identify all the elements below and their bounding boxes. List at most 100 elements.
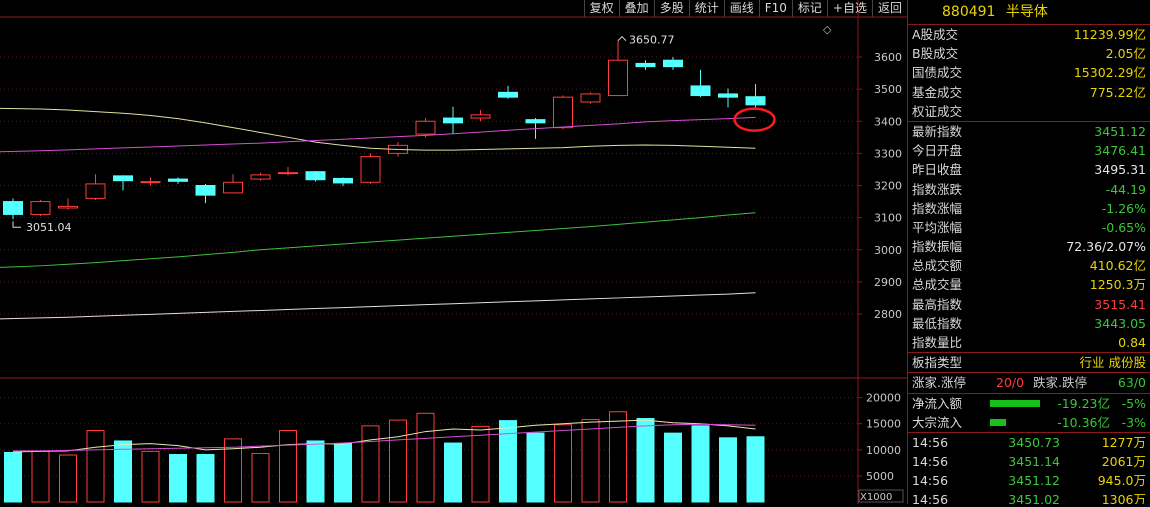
turnover-value: 15302.29亿 bbox=[1073, 65, 1146, 81]
toolbar-button-4[interactable]: 画线 bbox=[723, 0, 759, 17]
stat-row: 最新指数 3451.12 bbox=[908, 122, 1150, 141]
stat-value: 410.62亿 bbox=[1089, 258, 1146, 274]
volume-bar bbox=[279, 430, 297, 503]
volume-bar bbox=[581, 419, 600, 503]
toolbar-button-8[interactable]: 返回 bbox=[871, 0, 907, 17]
quote-panel: 880491 半导体 A股成交 11239.99亿 B股成交 2.05亿国债成交 153… bbox=[907, 0, 1150, 504]
flow-value: -19.23亿 bbox=[1057, 395, 1110, 411]
candle-body bbox=[168, 178, 188, 182]
candle-body bbox=[30, 201, 51, 215]
turnover-row: A股成交 11239.99亿 bbox=[908, 25, 1150, 44]
stat-value: 1250.3万 bbox=[1089, 277, 1146, 293]
annotation-circle bbox=[733, 107, 776, 132]
candle-body bbox=[58, 205, 78, 209]
breadth-row: 涨家.涨停 20/0 跌家.跌停 63/0 bbox=[908, 373, 1150, 392]
tick-row: 14:56 3451.14 2061万 bbox=[908, 452, 1150, 471]
volume-bar bbox=[196, 454, 215, 503]
price-tick-label: 3200 bbox=[874, 180, 902, 193]
turnover-label: B股成交 bbox=[912, 46, 959, 62]
price-tick-label: 3100 bbox=[874, 212, 902, 225]
toolbar-button-6[interactable]: 标记 bbox=[791, 0, 827, 17]
down-count-label: 跌家.跌停 bbox=[1033, 375, 1087, 391]
index-stats-list: 最新指数 3451.12 今日开盘 3476.41 昨日收盘 3495.31 指数涨跌 -44… bbox=[908, 122, 1150, 352]
volume-bar bbox=[59, 454, 77, 503]
diamond-icon: ◇ bbox=[823, 23, 832, 36]
candle-body bbox=[195, 185, 216, 196]
stat-row: 今日开盘 3476.41 bbox=[908, 141, 1150, 160]
volume-bar bbox=[4, 451, 22, 503]
stat-label: 指数涨跌 bbox=[912, 181, 963, 197]
turnover-row: 国债成交 15302.29亿 bbox=[908, 63, 1150, 82]
stat-label: 今日开盘 bbox=[912, 143, 963, 159]
toolbar-button-2[interactable]: 多股 bbox=[653, 0, 689, 17]
turnover-row: 基金成交 775.22亿 bbox=[908, 83, 1150, 102]
toolbar-button-7[interactable]: +自选 bbox=[826, 0, 872, 17]
tick-list[interactable]: 14:56 3450.73 1277万 14:56 3451.14 2061万 14:56 3… bbox=[908, 433, 1150, 504]
toolbar-button-3[interactable]: 统计 bbox=[688, 0, 724, 17]
candle-body bbox=[360, 156, 381, 183]
volume-bar bbox=[334, 443, 352, 503]
volume-bar bbox=[114, 440, 132, 503]
stat-value: 3495.31 bbox=[1094, 162, 1146, 178]
flow-row: 净流入额 -19.23亿 -5% bbox=[908, 394, 1150, 413]
candle-body bbox=[718, 93, 738, 98]
stat-label: 最新指数 bbox=[912, 123, 963, 139]
price-tick-label: 3300 bbox=[874, 147, 902, 160]
up-count-label: 涨家.涨停 bbox=[912, 375, 966, 391]
stat-label: 最高指数 bbox=[912, 296, 963, 312]
volume-tick-label: 15000 bbox=[866, 418, 901, 431]
high-marker-label: 3650.77 bbox=[629, 34, 675, 47]
volume-bar bbox=[31, 450, 50, 503]
volume-bar bbox=[691, 425, 710, 503]
sector-type-label: 板指类型 bbox=[912, 355, 963, 371]
flow-pct: -3% bbox=[1121, 414, 1146, 430]
candle-body bbox=[333, 177, 353, 184]
volume-bar bbox=[416, 412, 435, 503]
stat-label: 平均涨幅 bbox=[912, 219, 963, 235]
flow-label: 大宗流入 bbox=[912, 414, 963, 430]
volume-bar bbox=[526, 432, 545, 503]
stat-row: 总成交额 410.62亿 bbox=[908, 256, 1150, 275]
price-tick-label: 3600 bbox=[874, 51, 902, 64]
toolbar-button-5[interactable]: F10 bbox=[758, 0, 792, 17]
candle-body bbox=[443, 117, 463, 124]
turnover-label: 国债成交 bbox=[912, 65, 963, 81]
tick-volume: 1306万 bbox=[1101, 491, 1146, 504]
sector-type-value[interactable]: 行业 成份股 bbox=[1080, 353, 1146, 372]
stat-label: 总成交额 bbox=[912, 258, 963, 274]
tick-time: 14:56 bbox=[912, 491, 949, 504]
tick-row: 14:56 3450.73 1277万 bbox=[908, 433, 1150, 452]
down-count-value: 63/0 bbox=[1117, 375, 1146, 391]
stat-value: 3443.05 bbox=[1094, 315, 1146, 331]
toolbar-button-1[interactable]: 叠加 bbox=[618, 0, 654, 17]
ma-line bbox=[0, 107, 756, 151]
stat-label: 总成交量 bbox=[912, 277, 963, 293]
candle-body bbox=[745, 96, 766, 106]
stat-row: 昨日收盘 3495.31 bbox=[908, 160, 1150, 179]
price-tick-label: 2900 bbox=[874, 276, 902, 289]
turnover-label: A股成交 bbox=[912, 27, 959, 42]
kline-chart[interactable]: 3600 3500 3400 3300 3200 3100 3000 2900 2800 2000… bbox=[0, 0, 907, 504]
candle-body bbox=[250, 174, 271, 180]
stat-label: 昨日收盘 bbox=[912, 162, 963, 178]
kline-chart-area[interactable]: 3600 3500 3400 3300 3200 3100 3000 2900 2800 2000… bbox=[0, 0, 907, 504]
tick-price: 3451.12 bbox=[1008, 472, 1060, 488]
volume-bar bbox=[361, 425, 380, 503]
price-tick-label: 2800 bbox=[874, 308, 902, 321]
stat-row: 总成交量 1250.3万 bbox=[908, 275, 1150, 294]
tick-price: 3450.73 bbox=[1008, 434, 1060, 450]
tick-time: 14:56 bbox=[912, 472, 949, 488]
flow-pct: -5% bbox=[1121, 395, 1146, 411]
volume-tick-label: 10000 bbox=[866, 444, 901, 457]
flow-bar bbox=[990, 418, 1006, 426]
stat-row: 指数涨幅 -1.26% bbox=[908, 199, 1150, 218]
candle-body bbox=[580, 93, 601, 103]
capital-flow-list: 净流入额 -19.23亿 -5% 大宗流入 -10.36亿 -3% bbox=[908, 394, 1150, 432]
volume-unit-label: X1000 bbox=[860, 492, 892, 503]
toolbar-button-0[interactable]: 复权 bbox=[583, 0, 619, 17]
panel-title: 880491 半导体 bbox=[908, 0, 1150, 24]
stat-value: 72.36/2.07% bbox=[1066, 239, 1146, 255]
flow-value: -10.36亿 bbox=[1057, 414, 1110, 430]
candle-body bbox=[635, 62, 656, 68]
turnover-value: 2.05亿 bbox=[1105, 46, 1146, 62]
